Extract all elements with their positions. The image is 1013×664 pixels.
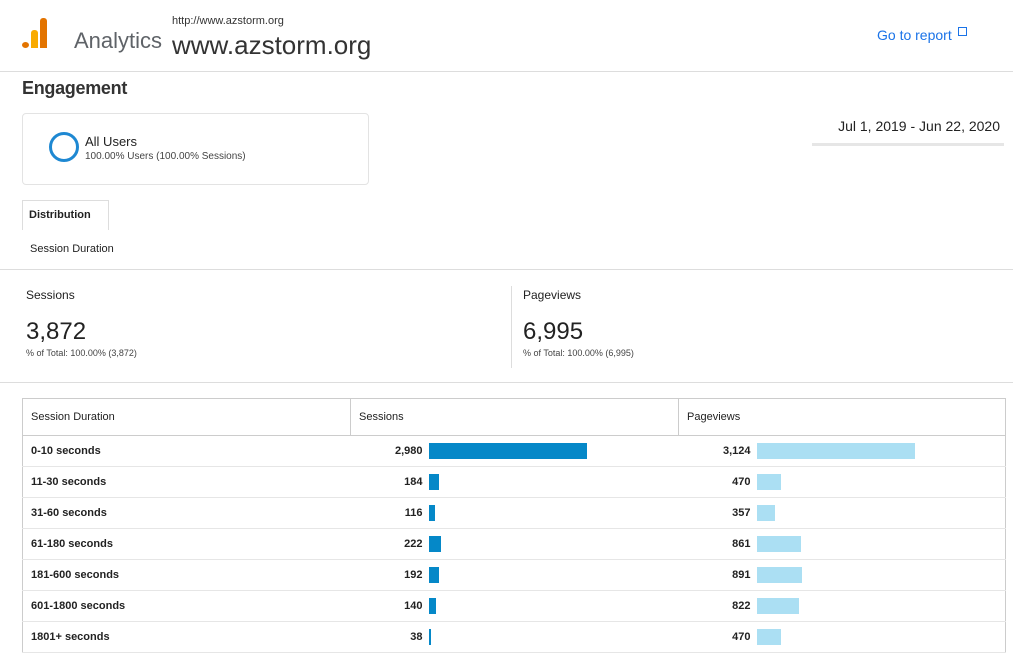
app-name: Analytics [74,28,163,53]
sessions-cell: 140 [350,590,679,622]
metric-value: 3,872 [26,318,87,345]
segment-subtitle: 100.00% Users (100.00% Sessions) [85,151,246,162]
metric-label: Pageviews [523,288,582,302]
sessions-bar [428,629,431,645]
page-title: Engagement [22,78,128,98]
pageviews-value: 3,124 [722,445,751,457]
sessions-cell: 38 [350,621,679,653]
sessions-bar [428,598,436,614]
pageviews-cell: 470 [678,466,1006,498]
pageviews-value: 470 [732,476,751,488]
table-row: 11-30 seconds 184 470 [22,466,1006,498]
site-url-small: http://www.azstorm.org [172,15,284,27]
pageviews-cell: 822 [678,590,1006,622]
table-row: 181-600 seconds 192 891 [22,559,1006,591]
site-name[interactable]: www.azstorm.org [172,30,371,61]
pageviews-bar [756,474,781,490]
table-row: 31-60 seconds 116 357 [22,497,1006,529]
sessions-cell: 192 [350,559,679,591]
sessions-cell: 222 [350,528,679,560]
external-link-icon [957,27,967,36]
segment-circle-icon [49,132,79,162]
pageviews-cell: 861 [678,528,1006,560]
go-to-report-link[interactable]: Go to report [877,27,967,43]
sessions-cell: 184 [350,466,679,498]
divider [0,269,1013,270]
sessions-value: 140 [404,600,423,612]
sessions-bar [428,443,587,459]
column-header-duration[interactable]: Session Duration [22,398,351,436]
divider [0,382,1013,383]
pageviews-bar [756,505,775,521]
column-header-sessions[interactable]: Sessions [350,398,679,436]
pageviews-bar [756,443,915,459]
table-header-row: Session Duration Sessions Pageviews [22,398,1006,436]
metric-value: 6,995 [523,318,584,345]
sessions-bar [428,505,435,521]
duration-cell: 31-60 seconds [22,497,351,529]
date-range-picker[interactable]: Jul 1, 2019 - Jun 22, 2020 [812,118,1004,146]
pageviews-cell: 470 [678,621,1006,653]
sessions-value: 192 [404,569,423,581]
dimension-label: Session Duration [30,243,114,255]
table-row: 61-180 seconds 222 861 [22,528,1006,560]
duration-cell: 601-1800 seconds [22,590,351,622]
table-row: 601-1800 seconds 140 822 [22,590,1006,622]
pageviews-value: 470 [732,631,751,643]
sessions-value: 2,980 [394,445,423,457]
duration-cell: 61-180 seconds [22,528,351,560]
segment-card[interactable]: All Users 100.00% Users (100.00% Session… [22,113,369,185]
distribution-table: Session Duration Sessions Pageviews 0-10… [22,398,1006,653]
sessions-value: 222 [404,538,423,550]
sessions-value: 38 [410,631,423,643]
analytics-logo-icon[interactable] [22,18,50,48]
pageviews-bar [756,629,781,645]
duration-cell: 181-600 seconds [22,559,351,591]
header: Analytics http://www.azstorm.org www.azs… [0,0,1013,72]
pageviews-cell: 3,124 [678,435,1006,467]
table-row: 1801+ seconds 38 470 [22,621,1006,653]
pageviews-value: 822 [732,600,751,612]
sessions-bar [428,567,439,583]
pageviews-cell: 357 [678,497,1006,529]
table-row: 0-10 seconds 2,980 3,124 [22,435,1006,467]
sessions-bar [428,474,439,490]
duration-cell: 11-30 seconds [22,466,351,498]
sessions-value: 184 [404,476,423,488]
segment-name: All Users [85,134,138,149]
go-to-report-label: Go to report [877,27,952,43]
divider [511,286,512,368]
pageviews-bar [756,536,801,552]
pageviews-bar [756,567,802,583]
metric-total: % of Total: 100.00% (6,995) [523,348,634,358]
pageviews-value: 357 [732,507,751,519]
duration-cell: 0-10 seconds [22,435,351,467]
metric-total: % of Total: 100.00% (3,872) [26,348,137,358]
pageviews-bar [756,598,799,614]
pageviews-value: 861 [732,538,751,550]
metric-label: Sessions [26,288,75,302]
metric-pageviews: Pageviews 6,995 % of Total: 100.00% (6,9… [523,288,634,358]
column-header-pageviews[interactable]: Pageviews [678,398,1006,436]
tab-distribution[interactable]: Distribution [22,200,109,230]
sessions-bar [428,536,441,552]
metric-sessions: Sessions 3,872 % of Total: 100.00% (3,87… [26,288,137,358]
duration-cell: 1801+ seconds [22,621,351,653]
pageviews-value: 891 [732,569,751,581]
sessions-cell: 116 [350,497,679,529]
sessions-cell: 2,980 [350,435,679,467]
pageviews-cell: 891 [678,559,1006,591]
sessions-value: 116 [404,507,423,519]
